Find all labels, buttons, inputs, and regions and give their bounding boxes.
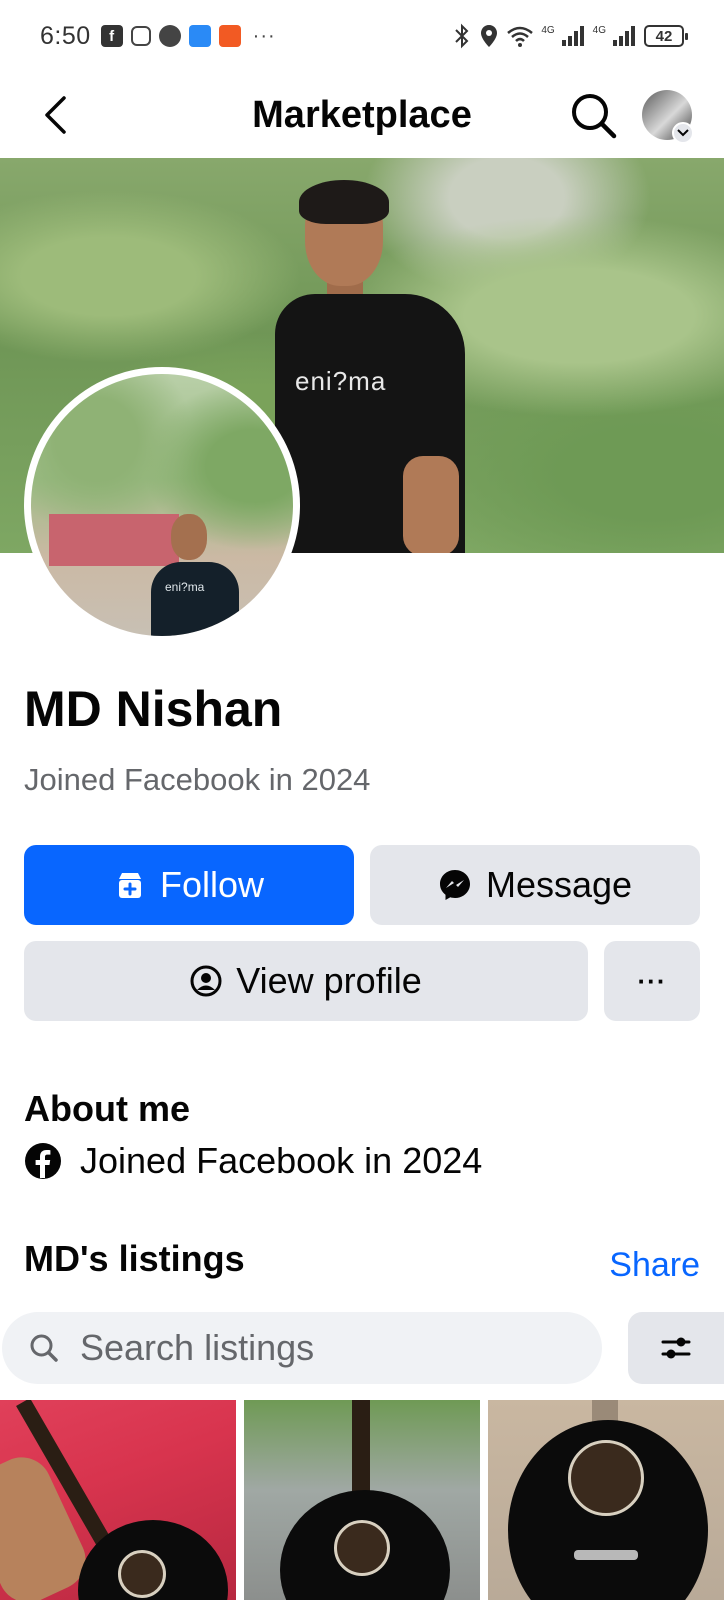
filter-button[interactable] [628, 1312, 724, 1384]
status-app-icons: f ··· [100, 24, 276, 48]
location-icon [481, 25, 498, 47]
search-icon [30, 1334, 58, 1362]
notification-app-icon [218, 25, 241, 47]
more-icon: ··· [637, 965, 667, 996]
search-button[interactable] [568, 90, 620, 142]
facebook-icon [25, 1143, 61, 1179]
profile-name: MD Nishan [24, 681, 283, 737]
profile-circle-icon [190, 965, 222, 997]
listings-heading: MD's listings [24, 1238, 245, 1279]
filter-icon [661, 1337, 691, 1359]
view-profile-label: View profile [236, 960, 422, 1001]
facebook-app-icon: f [100, 25, 123, 47]
cloud-app-icon [188, 25, 211, 47]
status-indicators: 4G 4G 42 [451, 23, 688, 49]
search-listings-input[interactable] [80, 1327, 540, 1369]
listing-item[interactable] [488, 1400, 724, 1600]
view-profile-button[interactable]: View profile [24, 941, 588, 1021]
about-heading: About me [24, 1088, 190, 1129]
cover-person: eni?ma [275, 180, 470, 553]
about-joined-row: Joined Facebook in 2024 [24, 1140, 482, 1182]
bluetooth-icon [455, 23, 469, 49]
status-bar: 6:50 f ··· 4G 4G 42 [0, 0, 724, 72]
follow-store-icon [118, 873, 141, 898]
chevron-down-icon [677, 129, 689, 137]
more-options-button[interactable]: ··· [604, 941, 700, 1021]
chat-app-icon [158, 25, 181, 47]
joined-date: Joined Facebook in 2024 [24, 762, 371, 797]
profile-picture[interactable]: eni?ma [24, 367, 300, 643]
messenger-icon [439, 870, 470, 900]
instagram-app-icon [130, 26, 151, 46]
signal-1-icon [561, 26, 584, 46]
more-notifications-icon: ··· [252, 24, 276, 47]
share-link[interactable]: Share [609, 1246, 700, 1285]
network-type-1: 4G [541, 25, 555, 36]
about-joined-text: Joined Facebook in 2024 [80, 1140, 483, 1181]
battery-level: 42 [655, 27, 673, 45]
network-type-2: 4G [592, 25, 606, 36]
follow-label: Follow [159, 864, 265, 905]
profile-shirt-text: eni?ma [165, 580, 205, 594]
cover-shirt-text: eni?ma [295, 366, 387, 396]
app-header: Marketplace [0, 72, 724, 158]
account-menu-button[interactable] [672, 122, 694, 144]
search-listings-box[interactable] [2, 1312, 602, 1384]
listing-item[interactable] [0, 1400, 236, 1600]
message-label: Message [485, 864, 633, 905]
signal-2-icon [613, 26, 635, 46]
listing-item[interactable] [244, 1400, 480, 1600]
wifi-icon [507, 26, 534, 47]
search-icon [572, 94, 617, 139]
profile-picture-image: eni?ma [31, 374, 293, 636]
message-button[interactable]: Message [370, 845, 700, 925]
battery-icon: 42 [644, 25, 688, 47]
status-time: 6:50 [40, 21, 91, 50]
follow-button[interactable]: Follow [24, 845, 354, 925]
